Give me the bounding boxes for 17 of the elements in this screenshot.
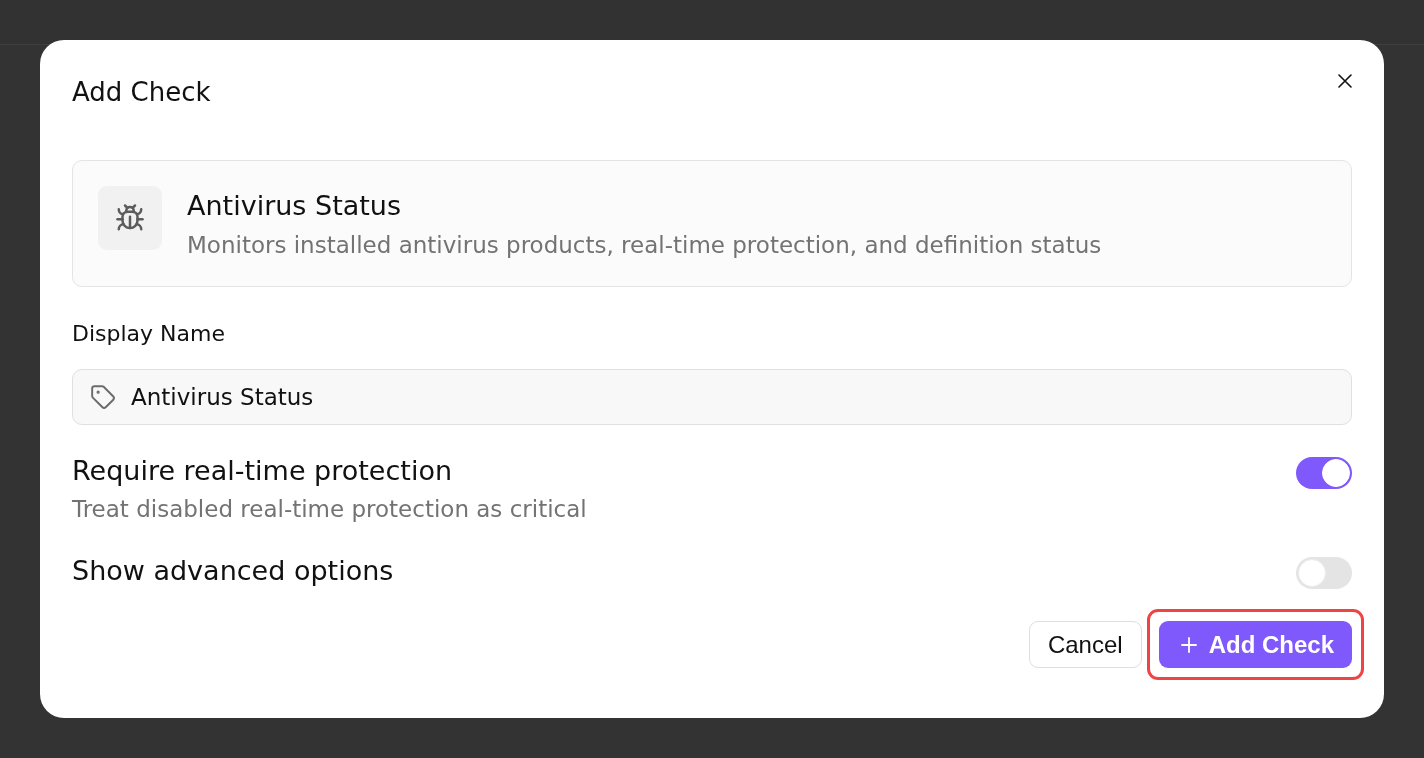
text-field[interactable]: Antivirus Status bbox=[72, 369, 1352, 425]
option-label: Show advanced options bbox=[72, 555, 394, 587]
cancel-button[interactable]: Cancel bbox=[1028, 621, 1142, 668]
add-button[interactable]: Add Check bbox=[1158, 621, 1352, 668]
field-label: Display Name bbox=[72, 322, 225, 346]
option-label: Require real-time protection bbox=[72, 455, 454, 487]
close-icon bbox=[1338, 74, 1352, 88]
check-title: Antivirus Status bbox=[187, 191, 403, 221]
check-description: Monitors installed antivirus products, real-time protection, and definition status bbox=[187, 231, 1102, 260]
bug-icon bbox=[98, 186, 162, 250]
dialog-title: Add Check bbox=[72, 76, 211, 109]
toggle-switch[interactable] bbox=[1296, 557, 1352, 589]
option-description: Treat disabled real-time protection as critical bbox=[72, 496, 587, 522]
plus-icon bbox=[1180, 636, 1197, 653]
close-button[interactable] bbox=[1336, 72, 1354, 90]
toggle-switch[interactable] bbox=[1296, 457, 1352, 489]
tag-icon bbox=[90, 384, 116, 410]
